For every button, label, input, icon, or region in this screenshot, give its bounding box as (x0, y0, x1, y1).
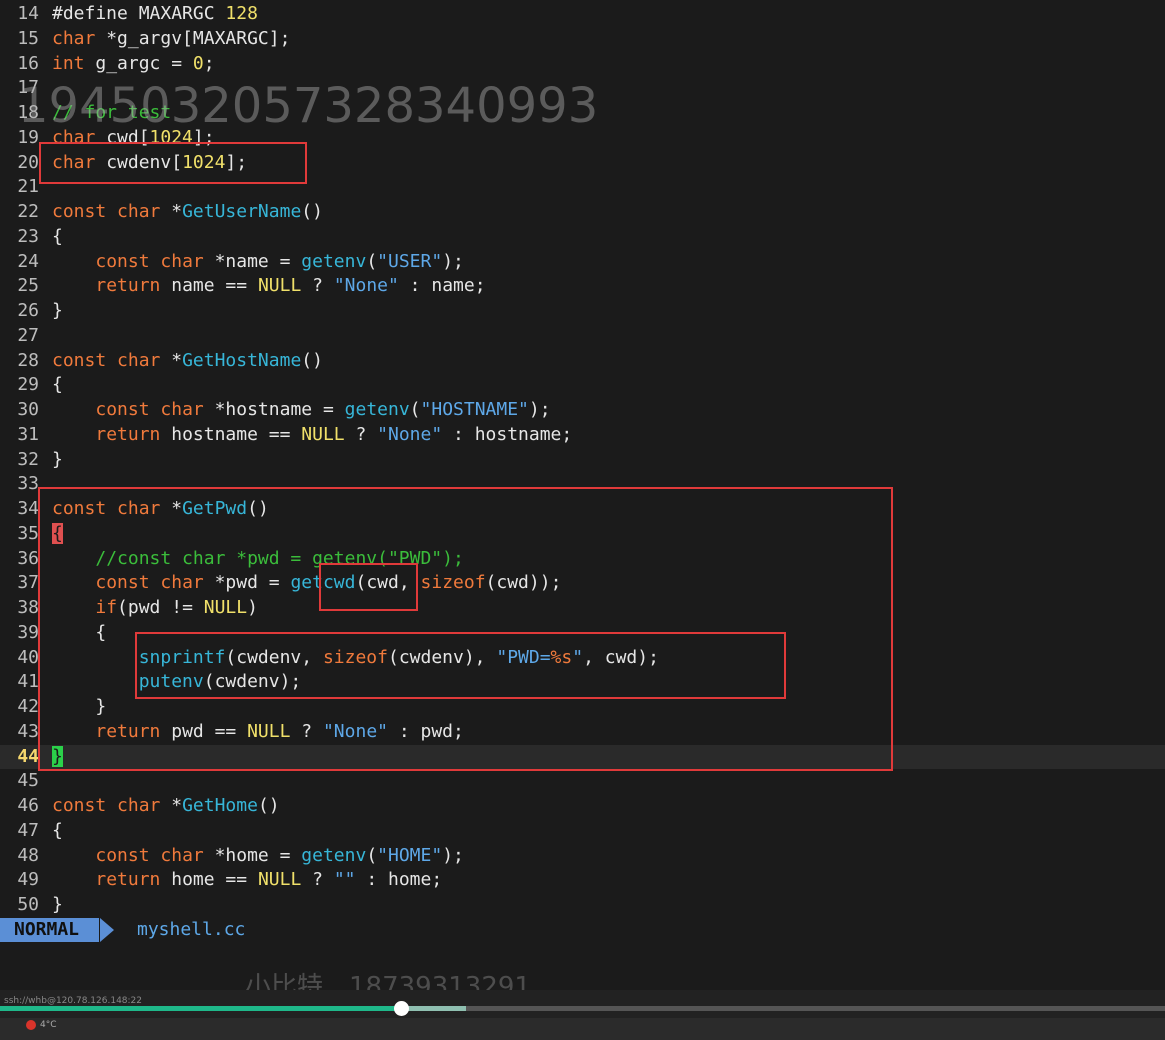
vim-editor[interactable]: 14 #define MAXARGC 128 15 char *g_argv[MAXA… (0, 0, 1165, 968)
line-number: 43 (17, 720, 39, 742)
code-text: const char *GetHome() (52, 795, 280, 816)
code-text: } (52, 894, 63, 915)
code-line[interactable]: 49 return home == NULL ? "" : home; (0, 868, 1165, 893)
line-number: 38 (17, 597, 39, 618)
line-number: 23 (17, 225, 39, 247)
code-line[interactable]: 29 { (0, 373, 1165, 398)
highlight-box-getcwd (319, 563, 418, 611)
highlight-box-getpwd (38, 487, 893, 771)
highlight-box-cwdenv (39, 142, 307, 184)
code-line[interactable]: 32} (0, 448, 1165, 473)
line-number: 21 (17, 176, 39, 198)
video-player-bar: ssh://whb@120.78.126.148:22 4°C (0, 990, 1165, 1040)
line-number: 47 (17, 819, 39, 841)
code-text: return hostname == NULL ? "None" : hostn… (95, 423, 573, 445)
mode-indicator: NORMAL (0, 918, 100, 942)
line-number: 46 (17, 795, 39, 816)
line-number: 31 (17, 423, 39, 445)
code-text: { (52, 374, 63, 396)
line-number: 14 (17, 3, 39, 24)
line-number: 28 (17, 349, 39, 371)
code-text: const char *name = getenv("USER"); (95, 250, 464, 272)
line-number: 48 (17, 844, 39, 866)
code-line[interactable]: 48 const char *home = getenv("HOME"); (0, 844, 1165, 869)
line-number: 37 (17, 572, 39, 594)
line-number: 45 (17, 770, 39, 792)
code-text: #define MAXARGC 128 (52, 3, 258, 24)
code-line[interactable]: 27 (0, 324, 1165, 349)
line-number: 41 (17, 671, 39, 693)
mode-separator-icon (100, 918, 114, 942)
line-number: 25 (17, 275, 39, 297)
code-line[interactable]: 15 char *g_argv[MAXARGC]; (0, 27, 1165, 52)
code-text: const char *GetUserName() (52, 201, 323, 222)
code-line[interactable]: 24 const char *name = getenv("USER"); (0, 250, 1165, 275)
code-text: return name == NULL ? "None" : name; (95, 275, 486, 297)
line-number: 44 (17, 745, 39, 767)
vim-statusline: NORMAL myshell.cc (0, 918, 1165, 942)
line-number: 42 (17, 696, 39, 717)
line-number: 20 (17, 151, 39, 173)
code-line[interactable]: 23 { (0, 225, 1165, 250)
code-text: const char *hostname = getenv("HOSTNAME"… (95, 399, 551, 420)
line-number: 16 (17, 52, 39, 74)
screen: 14 #define MAXARGC 128 15 char *g_argv[MAXA… (0, 0, 1165, 1040)
file-name: myshell.cc (137, 919, 246, 940)
ssh-title: ssh://whb@120.78.126.148:22 (4, 996, 143, 1006)
line-number: 32 (17, 448, 39, 470)
code-line[interactable]: 26} (0, 299, 1165, 324)
line-number: 30 (17, 399, 39, 420)
code-text: char *g_argv[MAXARGC]; (52, 27, 291, 49)
code-line[interactable]: 14 #define MAXARGC 128 (0, 2, 1165, 27)
code-text: { (52, 225, 63, 247)
code-line[interactable]: 30 const char *hostname = getenv("HOSTNA… (0, 398, 1165, 423)
code-line[interactable]: 25 return name == NULL ? "None" : name; (0, 274, 1165, 299)
highlight-box-snprintf (135, 632, 786, 699)
code-line[interactable]: 45 (0, 769, 1165, 794)
weather-icon (26, 1020, 36, 1030)
line-number: 29 (17, 374, 39, 396)
weather-temp: 4°C (40, 1020, 57, 1030)
code-line[interactable]: 28 const char *GetHostName() (0, 349, 1165, 374)
line-number: 35 (17, 522, 39, 544)
line-number: 27 (17, 324, 39, 346)
watermark-id: 1945032057328340993 (18, 78, 599, 134)
line-number: 39 (17, 621, 39, 643)
line-number: 15 (17, 27, 39, 49)
code-text: const char *home = getenv("HOME"); (95, 844, 464, 866)
code-line[interactable]: 31 return hostname == NULL ? "None" : ho… (0, 423, 1165, 448)
code-line[interactable]: 16 int g_argc = 0; (0, 52, 1165, 77)
code-line[interactable]: 22 const char *GetUserName() (0, 200, 1165, 225)
code-text: int g_argc = 0; (52, 52, 215, 74)
code-text: const char *GetHostName() (52, 349, 323, 371)
code-text: return home == NULL ? "" : home; (95, 869, 443, 891)
code-line[interactable]: 50} (0, 893, 1165, 918)
line-number: 36 (17, 547, 39, 569)
code-text: } (52, 300, 63, 321)
line-number: 24 (17, 250, 39, 272)
line-number: 49 (17, 869, 39, 891)
taskbar: 4°C (0, 1018, 1165, 1040)
code-text: { (52, 819, 63, 841)
line-number: 34 (17, 498, 39, 519)
code-line[interactable]: 46 const char *GetHome() (0, 794, 1165, 819)
line-number: 33 (17, 473, 39, 495)
progress-handle[interactable] (393, 1001, 409, 1016)
progress-fill (0, 1006, 401, 1011)
line-number: 22 (17, 201, 39, 222)
code-text: } (52, 448, 63, 470)
line-number: 26 (17, 300, 39, 321)
line-number: 40 (17, 646, 39, 668)
code-line[interactable]: 47 { (0, 819, 1165, 844)
line-number: 50 (17, 894, 39, 915)
